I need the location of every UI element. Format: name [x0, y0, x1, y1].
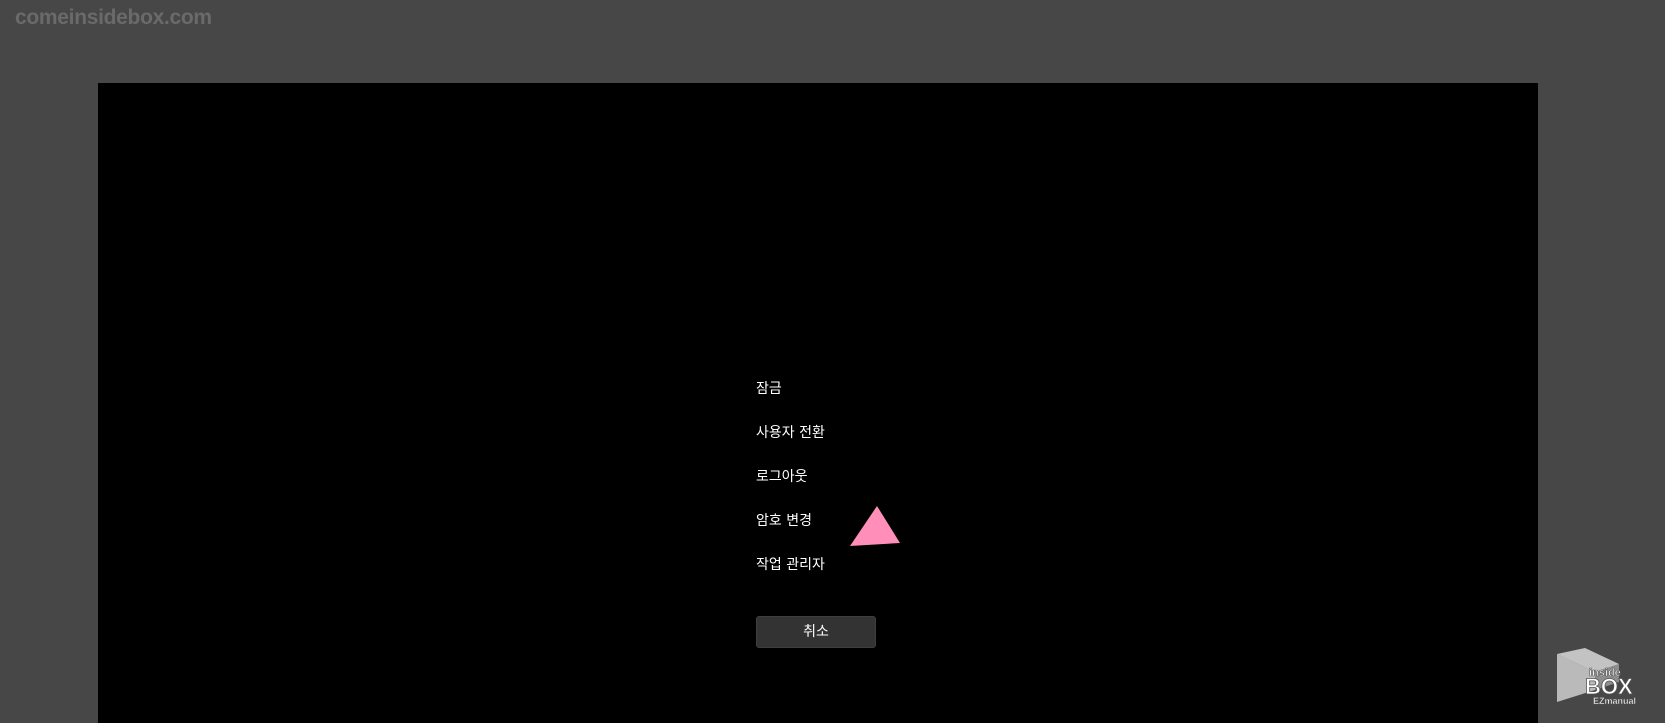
cancel-button[interactable]: 취소: [756, 616, 876, 648]
site-watermark: comeinsidebox.com: [15, 6, 212, 29]
menu-item-sign-out[interactable]: 로그아웃: [756, 455, 825, 499]
security-options-screen: 잠금 사용자 전환 로그아웃 암호 변경 작업 관리자 취소: [98, 83, 1538, 723]
security-options-menu: 잠금 사용자 전환 로그아웃 암호 변경 작업 관리자: [756, 367, 825, 587]
menu-item-lock[interactable]: 잠금: [756, 367, 825, 411]
menu-item-switch-user[interactable]: 사용자 전환: [756, 411, 825, 455]
pointer-arrow-icon: [850, 506, 900, 546]
menu-item-task-manager[interactable]: 작업 관리자: [756, 543, 825, 587]
menu-item-change-password[interactable]: 암호 변경: [756, 499, 825, 543]
logo-text-ezmanual: EZmanual: [1593, 696, 1636, 706]
insidebox-logo: inside BOX EZmanual: [1557, 648, 1636, 706]
